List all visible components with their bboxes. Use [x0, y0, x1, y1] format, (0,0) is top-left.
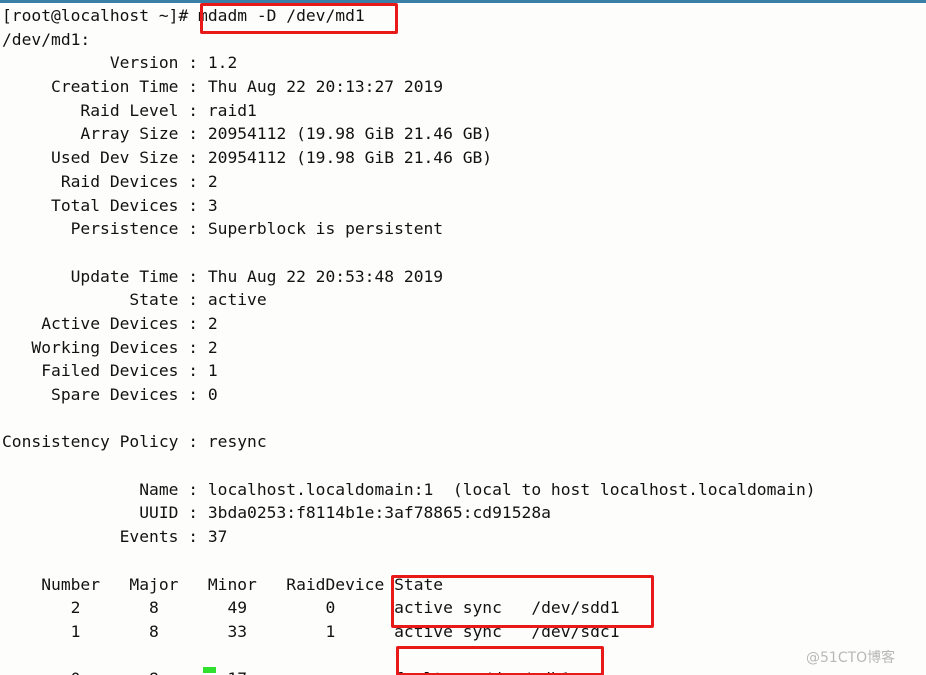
terminal-cursor — [203, 667, 216, 673]
terminal-line-blank-3 — [2, 454, 924, 478]
terminal-line-blank-1 — [2, 241, 924, 265]
terminal-line-spare-devices: Spare Devices : 0 — [2, 385, 218, 404]
device-table-row-0: 2 8 49 0 active sync /dev/sdd1 — [2, 598, 620, 618]
terminal-line-prompt-command: [root@localhost ~]# mdadm -D /dev/md1 — [2, 6, 365, 25]
terminal-line-device: /dev/md1: — [2, 29, 91, 49]
terminal-line-state: State : active — [2, 290, 267, 310]
terminal-line-uuid: UUID : 3bda0253:f8114b1e:3af78865:cd9152… — [2, 503, 551, 523]
terminal-line-blank-2 — [2, 407, 924, 431]
terminal-line-consistency-policy: Consistency Policy : resync — [2, 432, 267, 452]
window-top-bar — [0, 0, 926, 3]
device-table-row-1: 1 8 33 1 active sync /dev/sdc1 — [2, 621, 620, 641]
device-table-header: Number Major Minor RaidDevice State — [2, 574, 444, 594]
terminal-line-failed-devices: Failed Devices : 1 — [2, 361, 218, 381]
terminal-line-array-size: Array Size : 20954112 (19.98 GiB 21.46 G… — [2, 124, 493, 144]
terminal-line-creation-time: Creation Time : Thu Aug 22 20:13:27 2019 — [2, 77, 444, 97]
device-table-row-2: 0 8 17 - faulty /dev/sdb1 — [2, 667, 924, 675]
terminal-line-working-devices: Working Devices : 2 — [2, 337, 218, 357]
terminal-line-version: Version : 1.2 — [2, 53, 238, 73]
terminal-line-total-devices: Total Devices : 3 — [2, 195, 218, 215]
terminal-line-used-dev-size: Used Dev Size : 20954112 (19.98 GiB 21.4… — [2, 148, 493, 168]
terminal-line-blank-5 — [2, 644, 924, 668]
terminal-console[interactable]: [root@localhost ~]# mdadm -D /dev/md1 /d… — [2, 4, 924, 675]
terminal-line-raid-level: Raid Level : raid1 — [2, 100, 257, 120]
terminal-line-events: Events : 37 — [2, 527, 228, 547]
terminal-line-raid-devices: Raid Devices : 2 — [2, 171, 218, 191]
terminal-line-persistence: Persistence : Superblock is persistent — [2, 219, 444, 239]
watermark-label: @51CTO博客 — [806, 650, 896, 666]
terminal-line-blank-4 — [2, 549, 924, 573]
terminal-screenshot: [root@localhost ~]# mdadm -D /dev/md1 /d… — [0, 0, 926, 675]
terminal-line-update-time: Update Time : Thu Aug 22 20:53:48 2019 — [2, 266, 444, 286]
terminal-line-active-devices: Active Devices : 2 — [2, 313, 218, 333]
terminal-line-name: Name : localhost.localdomain:1 (local to… — [2, 479, 816, 499]
